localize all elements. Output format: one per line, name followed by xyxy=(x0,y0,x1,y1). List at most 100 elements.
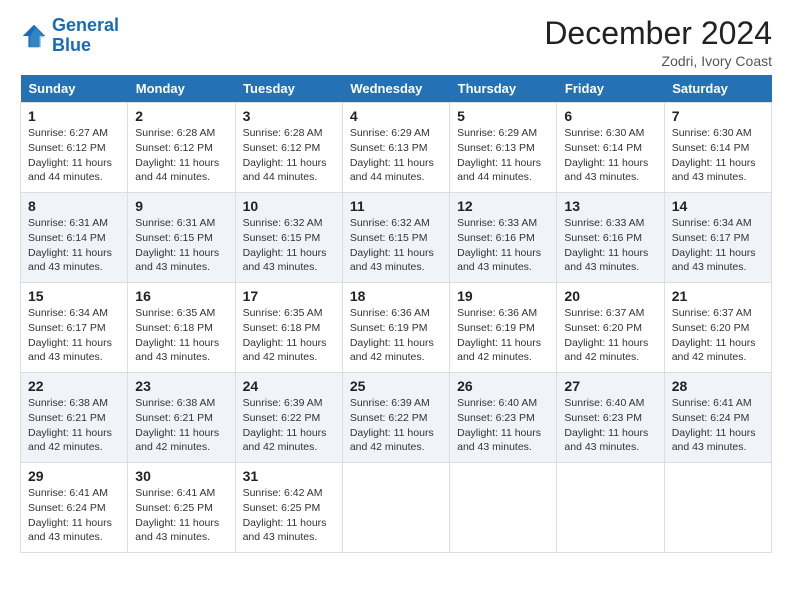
weekday-header-thursday: Thursday xyxy=(450,75,557,103)
day-detail: Sunrise: 6:30 AM Sunset: 6:14 PM Dayligh… xyxy=(672,127,756,183)
day-detail: Sunrise: 6:36 AM Sunset: 6:19 PM Dayligh… xyxy=(350,307,434,363)
day-detail: Sunrise: 6:39 AM Sunset: 6:22 PM Dayligh… xyxy=(350,397,434,453)
day-number: 17 xyxy=(243,288,335,304)
logo: General Blue xyxy=(20,16,119,56)
day-number: 26 xyxy=(457,378,549,394)
weekday-header-row: SundayMondayTuesdayWednesdayThursdayFrid… xyxy=(21,75,772,103)
title-block: December 2024 Zodri, Ivory Coast xyxy=(544,16,772,69)
calendar-cell: 22 Sunrise: 6:38 AM Sunset: 6:21 PM Dayl… xyxy=(21,373,128,463)
calendar-cell: 31 Sunrise: 6:42 AM Sunset: 6:25 PM Dayl… xyxy=(235,463,342,553)
day-detail: Sunrise: 6:36 AM Sunset: 6:19 PM Dayligh… xyxy=(457,307,541,363)
day-number: 19 xyxy=(457,288,549,304)
day-detail: Sunrise: 6:28 AM Sunset: 6:12 PM Dayligh… xyxy=(135,127,219,183)
calendar-cell: 12 Sunrise: 6:33 AM Sunset: 6:16 PM Dayl… xyxy=(450,193,557,283)
day-detail: Sunrise: 6:32 AM Sunset: 6:15 PM Dayligh… xyxy=(243,217,327,273)
calendar-cell: 25 Sunrise: 6:39 AM Sunset: 6:22 PM Dayl… xyxy=(342,373,449,463)
day-number: 23 xyxy=(135,378,227,394)
day-number: 18 xyxy=(350,288,442,304)
calendar-week-row: 29 Sunrise: 6:41 AM Sunset: 6:24 PM Dayl… xyxy=(21,463,772,553)
day-detail: Sunrise: 6:33 AM Sunset: 6:16 PM Dayligh… xyxy=(564,217,648,273)
day-number: 25 xyxy=(350,378,442,394)
day-number: 11 xyxy=(350,198,442,214)
day-number: 20 xyxy=(564,288,656,304)
day-detail: Sunrise: 6:41 AM Sunset: 6:25 PM Dayligh… xyxy=(135,487,219,543)
day-detail: Sunrise: 6:39 AM Sunset: 6:22 PM Dayligh… xyxy=(243,397,327,453)
calendar-cell: 23 Sunrise: 6:38 AM Sunset: 6:21 PM Dayl… xyxy=(128,373,235,463)
calendar-cell xyxy=(450,463,557,553)
weekday-header-sunday: Sunday xyxy=(21,75,128,103)
day-detail: Sunrise: 6:33 AM Sunset: 6:16 PM Dayligh… xyxy=(457,217,541,273)
day-number: 15 xyxy=(28,288,120,304)
calendar-week-row: 8 Sunrise: 6:31 AM Sunset: 6:14 PM Dayli… xyxy=(21,193,772,283)
calendar-cell: 3 Sunrise: 6:28 AM Sunset: 6:12 PM Dayli… xyxy=(235,103,342,193)
day-number: 10 xyxy=(243,198,335,214)
day-number: 24 xyxy=(243,378,335,394)
calendar-cell xyxy=(342,463,449,553)
calendar-cell: 19 Sunrise: 6:36 AM Sunset: 6:19 PM Dayl… xyxy=(450,283,557,373)
calendar-cell: 28 Sunrise: 6:41 AM Sunset: 6:24 PM Dayl… xyxy=(664,373,771,463)
calendar-cell: 26 Sunrise: 6:40 AM Sunset: 6:23 PM Dayl… xyxy=(450,373,557,463)
day-number: 13 xyxy=(564,198,656,214)
calendar-cell: 13 Sunrise: 6:33 AM Sunset: 6:16 PM Dayl… xyxy=(557,193,664,283)
calendar-cell: 1 Sunrise: 6:27 AM Sunset: 6:12 PM Dayli… xyxy=(21,103,128,193)
calendar-cell: 20 Sunrise: 6:37 AM Sunset: 6:20 PM Dayl… xyxy=(557,283,664,373)
day-number: 30 xyxy=(135,468,227,484)
day-number: 21 xyxy=(672,288,764,304)
day-number: 6 xyxy=(564,108,656,124)
calendar-cell: 5 Sunrise: 6:29 AM Sunset: 6:13 PM Dayli… xyxy=(450,103,557,193)
calendar-week-row: 15 Sunrise: 6:34 AM Sunset: 6:17 PM Dayl… xyxy=(21,283,772,373)
day-detail: Sunrise: 6:29 AM Sunset: 6:13 PM Dayligh… xyxy=(350,127,434,183)
month-title: December 2024 xyxy=(544,16,772,51)
weekday-header-saturday: Saturday xyxy=(664,75,771,103)
calendar-cell xyxy=(557,463,664,553)
day-detail: Sunrise: 6:35 AM Sunset: 6:18 PM Dayligh… xyxy=(243,307,327,363)
weekday-header-friday: Friday xyxy=(557,75,664,103)
calendar-cell: 14 Sunrise: 6:34 AM Sunset: 6:17 PM Dayl… xyxy=(664,193,771,283)
calendar-week-row: 1 Sunrise: 6:27 AM Sunset: 6:12 PM Dayli… xyxy=(21,103,772,193)
day-detail: Sunrise: 6:32 AM Sunset: 6:15 PM Dayligh… xyxy=(350,217,434,273)
calendar-cell: 15 Sunrise: 6:34 AM Sunset: 6:17 PM Dayl… xyxy=(21,283,128,373)
calendar-cell: 11 Sunrise: 6:32 AM Sunset: 6:15 PM Dayl… xyxy=(342,193,449,283)
day-number: 27 xyxy=(564,378,656,394)
day-number: 7 xyxy=(672,108,764,124)
day-number: 14 xyxy=(672,198,764,214)
day-detail: Sunrise: 6:38 AM Sunset: 6:21 PM Dayligh… xyxy=(135,397,219,453)
weekday-header-wednesday: Wednesday xyxy=(342,75,449,103)
calendar-cell: 16 Sunrise: 6:35 AM Sunset: 6:18 PM Dayl… xyxy=(128,283,235,373)
calendar-cell: 29 Sunrise: 6:41 AM Sunset: 6:24 PM Dayl… xyxy=(21,463,128,553)
calendar-cell: 2 Sunrise: 6:28 AM Sunset: 6:12 PM Dayli… xyxy=(128,103,235,193)
calendar-cell: 30 Sunrise: 6:41 AM Sunset: 6:25 PM Dayl… xyxy=(128,463,235,553)
day-detail: Sunrise: 6:30 AM Sunset: 6:14 PM Dayligh… xyxy=(564,127,648,183)
day-detail: Sunrise: 6:31 AM Sunset: 6:15 PM Dayligh… xyxy=(135,217,219,273)
calendar-cell: 4 Sunrise: 6:29 AM Sunset: 6:13 PM Dayli… xyxy=(342,103,449,193)
day-detail: Sunrise: 6:31 AM Sunset: 6:14 PM Dayligh… xyxy=(28,217,112,273)
page-header: General Blue December 2024 Zodri, Ivory … xyxy=(20,16,772,69)
day-detail: Sunrise: 6:34 AM Sunset: 6:17 PM Dayligh… xyxy=(28,307,112,363)
day-detail: Sunrise: 6:28 AM Sunset: 6:12 PM Dayligh… xyxy=(243,127,327,183)
calendar-cell: 27 Sunrise: 6:40 AM Sunset: 6:23 PM Dayl… xyxy=(557,373,664,463)
calendar-cell: 7 Sunrise: 6:30 AM Sunset: 6:14 PM Dayli… xyxy=(664,103,771,193)
day-detail: Sunrise: 6:40 AM Sunset: 6:23 PM Dayligh… xyxy=(457,397,541,453)
day-detail: Sunrise: 6:41 AM Sunset: 6:24 PM Dayligh… xyxy=(28,487,112,543)
calendar-table: SundayMondayTuesdayWednesdayThursdayFrid… xyxy=(20,75,772,553)
day-number: 4 xyxy=(350,108,442,124)
day-number: 2 xyxy=(135,108,227,124)
calendar-cell: 10 Sunrise: 6:32 AM Sunset: 6:15 PM Dayl… xyxy=(235,193,342,283)
calendar-cell: 18 Sunrise: 6:36 AM Sunset: 6:19 PM Dayl… xyxy=(342,283,449,373)
day-number: 16 xyxy=(135,288,227,304)
day-detail: Sunrise: 6:27 AM Sunset: 6:12 PM Dayligh… xyxy=(28,127,112,183)
day-detail: Sunrise: 6:37 AM Sunset: 6:20 PM Dayligh… xyxy=(672,307,756,363)
logo-text: General Blue xyxy=(52,16,119,56)
weekday-header-monday: Monday xyxy=(128,75,235,103)
day-detail: Sunrise: 6:34 AM Sunset: 6:17 PM Dayligh… xyxy=(672,217,756,273)
day-detail: Sunrise: 6:38 AM Sunset: 6:21 PM Dayligh… xyxy=(28,397,112,453)
day-number: 28 xyxy=(672,378,764,394)
day-number: 3 xyxy=(243,108,335,124)
calendar-cell: 6 Sunrise: 6:30 AM Sunset: 6:14 PM Dayli… xyxy=(557,103,664,193)
day-detail: Sunrise: 6:42 AM Sunset: 6:25 PM Dayligh… xyxy=(243,487,327,543)
day-number: 5 xyxy=(457,108,549,124)
day-number: 9 xyxy=(135,198,227,214)
calendar-cell: 24 Sunrise: 6:39 AM Sunset: 6:22 PM Dayl… xyxy=(235,373,342,463)
weekday-header-tuesday: Tuesday xyxy=(235,75,342,103)
day-detail: Sunrise: 6:35 AM Sunset: 6:18 PM Dayligh… xyxy=(135,307,219,363)
